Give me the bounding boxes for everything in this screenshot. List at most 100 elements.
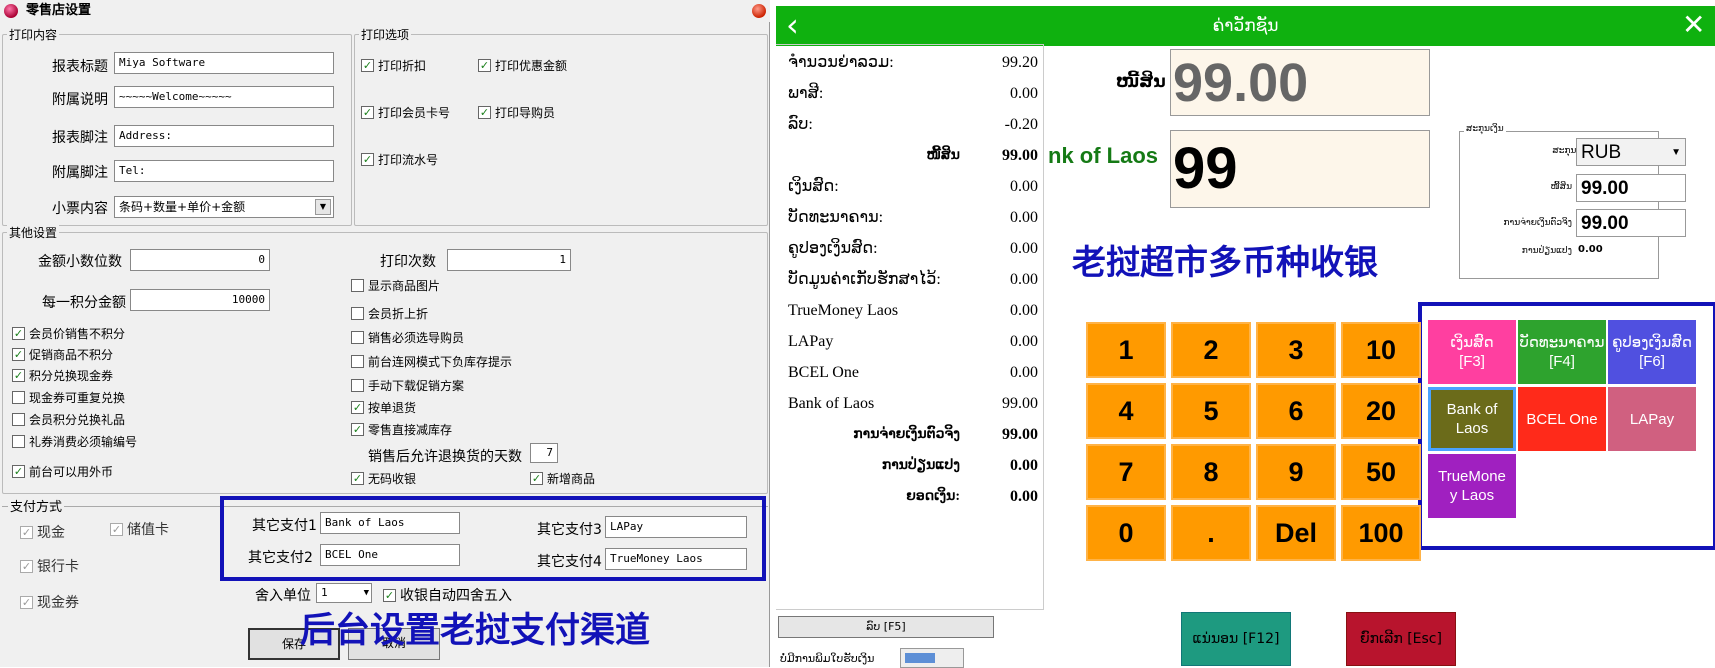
keypad-key[interactable]: 0 (1086, 505, 1166, 561)
negative-stock-warning-checkbox[interactable]: 前台连网模式下负库存提示 (351, 353, 512, 370)
checkbox-box[interactable]: ✓ (383, 588, 396, 602)
cash-checkbox[interactable]: ✓ 现金 (20, 522, 65, 542)
checkbox-box[interactable]: ✓ (12, 327, 25, 340)
checkbox-box[interactable] (12, 391, 25, 404)
checkbox-box[interactable] (12, 435, 25, 448)
chevron-down-icon[interactable]: ▼ (364, 586, 369, 600)
keypad-key[interactable]: 10 (1341, 322, 1421, 378)
pay-method-button[interactable]: LAPay (1608, 387, 1696, 451)
new-goods-checkbox[interactable]: ✓ 新增商品 (530, 470, 595, 487)
keypad-key[interactable]: . (1171, 505, 1251, 561)
cancel-checkout-button[interactable]: ຍົກເລີກ [Esc] (1346, 612, 1456, 666)
checkbox-box[interactable] (351, 379, 364, 392)
checkbox-box[interactable]: ✓ (12, 348, 25, 361)
print-member-card-checkbox[interactable]: ✓ 打印会员卡号 (361, 104, 450, 121)
report-title-input[interactable]: Miya Software (114, 52, 334, 74)
other-pay-1-input[interactable]: Bank of Laos (320, 512, 460, 534)
checkbox-box[interactable]: ✓ (351, 401, 364, 414)
panel-debt-input[interactable]: 99.00 (1576, 174, 1686, 202)
barcode-free-checkbox[interactable]: ✓ 无码收银 (351, 470, 416, 487)
bank-card-checkbox[interactable]: ✓ 银行卡 (20, 556, 79, 576)
confirm-button[interactable]: ແນ່ນອນ [F12] (1181, 612, 1291, 666)
checkbox-box[interactable]: ✓ (351, 423, 364, 436)
other-pay-4-input[interactable]: TrueMoney Laos (605, 548, 747, 570)
stored-card-checkbox[interactable]: ✓ 储值卡 (110, 519, 169, 539)
checkbox-box[interactable]: ✓ (361, 59, 374, 72)
panel-actual-input[interactable]: 99.00 (1576, 209, 1686, 237)
keypad-key[interactable]: 1 (1086, 322, 1166, 378)
keypad-key[interactable]: 3 (1256, 322, 1336, 378)
direct-stock-reduce-checkbox[interactable]: ✓ 零售直接减库存 (351, 421, 452, 438)
footer-input[interactable]: Address: (114, 125, 334, 147)
close-icon[interactable]: ✕ (1682, 10, 1705, 40)
print-guide-checkbox[interactable]: ✓ 打印导购员 (478, 104, 555, 121)
checkbox-box[interactable]: ✓ (530, 472, 543, 485)
ticket-content-select[interactable]: 条码+数量+单价+金额 ▼ (114, 196, 334, 218)
method-amount-display[interactable]: 99 (1170, 130, 1430, 208)
checkbox-box[interactable]: ✓ (361, 106, 374, 119)
manual-promo-download-checkbox[interactable]: 手动下载促销方案 (351, 377, 464, 394)
keypad-key[interactable]: 6 (1256, 383, 1336, 439)
checkbox-box[interactable] (12, 413, 25, 426)
member-price-no-points-checkbox[interactable]: ✓ 会员价销售不积分 (12, 325, 125, 342)
checkbox-box[interactable]: ✓ (20, 525, 33, 539)
chevron-down-icon[interactable]: ▼ (315, 199, 331, 215)
close-icon[interactable] (752, 4, 766, 18)
member-extra-discount-checkbox[interactable]: 会员折上折 (351, 305, 428, 322)
currency-select[interactable]: RUB ▼ (1576, 138, 1686, 166)
pay-method-button[interactable]: TrueMone y Laos (1428, 454, 1516, 518)
checkbox-box[interactable] (351, 331, 364, 344)
checkbox-box[interactable]: ✓ (361, 153, 374, 166)
keypad-key[interactable]: 5 (1171, 383, 1251, 439)
keypad-key[interactable]: 4 (1086, 383, 1166, 439)
voucher-checkbox[interactable]: ✓ 现金券 (20, 592, 79, 612)
sub-footer-input[interactable]: Tel: (114, 160, 334, 182)
checkbox-box[interactable]: ✓ (478, 106, 491, 119)
checkbox-box[interactable]: ✓ (20, 595, 33, 609)
print-serial-checkbox[interactable]: ✓ 打印流水号 (361, 151, 438, 168)
round-unit-select[interactable]: 1 ▼ (316, 583, 372, 603)
keypad-key[interactable]: 20 (1341, 383, 1421, 439)
require-guide-checkbox[interactable]: 销售必须选导购员 (351, 329, 464, 346)
keypad-key[interactable]: 50 (1341, 444, 1421, 500)
checkbox-box[interactable] (351, 279, 364, 292)
minus-button[interactable]: ລົບ [F5] (778, 616, 994, 638)
pay-method-button[interactable]: ເງິນສົດ [F3] (1428, 320, 1516, 384)
keypad-key[interactable]: 2 (1171, 322, 1251, 378)
keypad-key[interactable]: 100 (1341, 505, 1421, 561)
return-by-order-checkbox[interactable]: ✓ 按单退货 (351, 399, 416, 416)
checkbox-box[interactable] (351, 307, 364, 320)
points-to-gift-checkbox[interactable]: 会员积分兑换礼品 (12, 411, 125, 428)
keypad-key[interactable]: 9 (1256, 444, 1336, 500)
pay-method-button[interactable]: ບັດທະນາຄານ [F4] (1518, 320, 1606, 384)
keypad-key[interactable]: 7 (1086, 444, 1166, 500)
print-toggle-switch[interactable] (900, 648, 964, 668)
pay-method-button[interactable]: BCEL One (1518, 387, 1606, 451)
checkbox-box[interactable]: ✓ (110, 522, 123, 536)
keypad-key[interactable]: Del (1256, 505, 1336, 561)
other-pay-2-input[interactable]: BCEL One (320, 544, 460, 566)
other-pay-3-input[interactable]: LAPay (605, 516, 747, 538)
gift-voucher-number-checkbox[interactable]: 礼券消费必须输编号 (12, 433, 137, 450)
checkbox-box[interactable]: ✓ (12, 369, 25, 382)
print-discount-checkbox[interactable]: ✓ 打印折扣 (361, 57, 426, 74)
chevron-down-icon[interactable]: ▼ (1671, 139, 1681, 167)
promo-no-points-checkbox[interactable]: ✓ 促销商品不积分 (12, 346, 113, 363)
return-days-input[interactable]: 7 (530, 443, 558, 463)
foreign-currency-checkbox[interactable]: ✓ 前台可以用外币 (12, 463, 113, 480)
print-promo-amount-checkbox[interactable]: ✓ 打印优惠金额 (478, 57, 567, 74)
points-input[interactable]: 10000 (130, 289, 270, 311)
keypad-key[interactable]: 8 (1171, 444, 1251, 500)
checkbox-box[interactable] (351, 355, 364, 368)
points-to-voucher-checkbox[interactable]: ✓ 积分兑换现金券 (12, 367, 113, 384)
note-input[interactable]: ~~~~~Welcome~~~~~ (114, 86, 334, 108)
pay-method-button[interactable]: Bank of Laos (1428, 387, 1516, 451)
checkbox-box[interactable]: ✓ (20, 559, 33, 573)
show-image-checkbox[interactable]: 显示商品图片 (351, 277, 440, 294)
checkbox-box[interactable]: ✓ (478, 59, 491, 72)
print-count-input[interactable]: 1 (447, 249, 571, 271)
checkbox-box[interactable]: ✓ (12, 465, 25, 478)
voucher-repeat-checkbox[interactable]: 现金券可重复兑换 (12, 389, 125, 406)
checkbox-box[interactable]: ✓ (351, 472, 364, 485)
decimal-input[interactable]: 0 (130, 249, 270, 271)
